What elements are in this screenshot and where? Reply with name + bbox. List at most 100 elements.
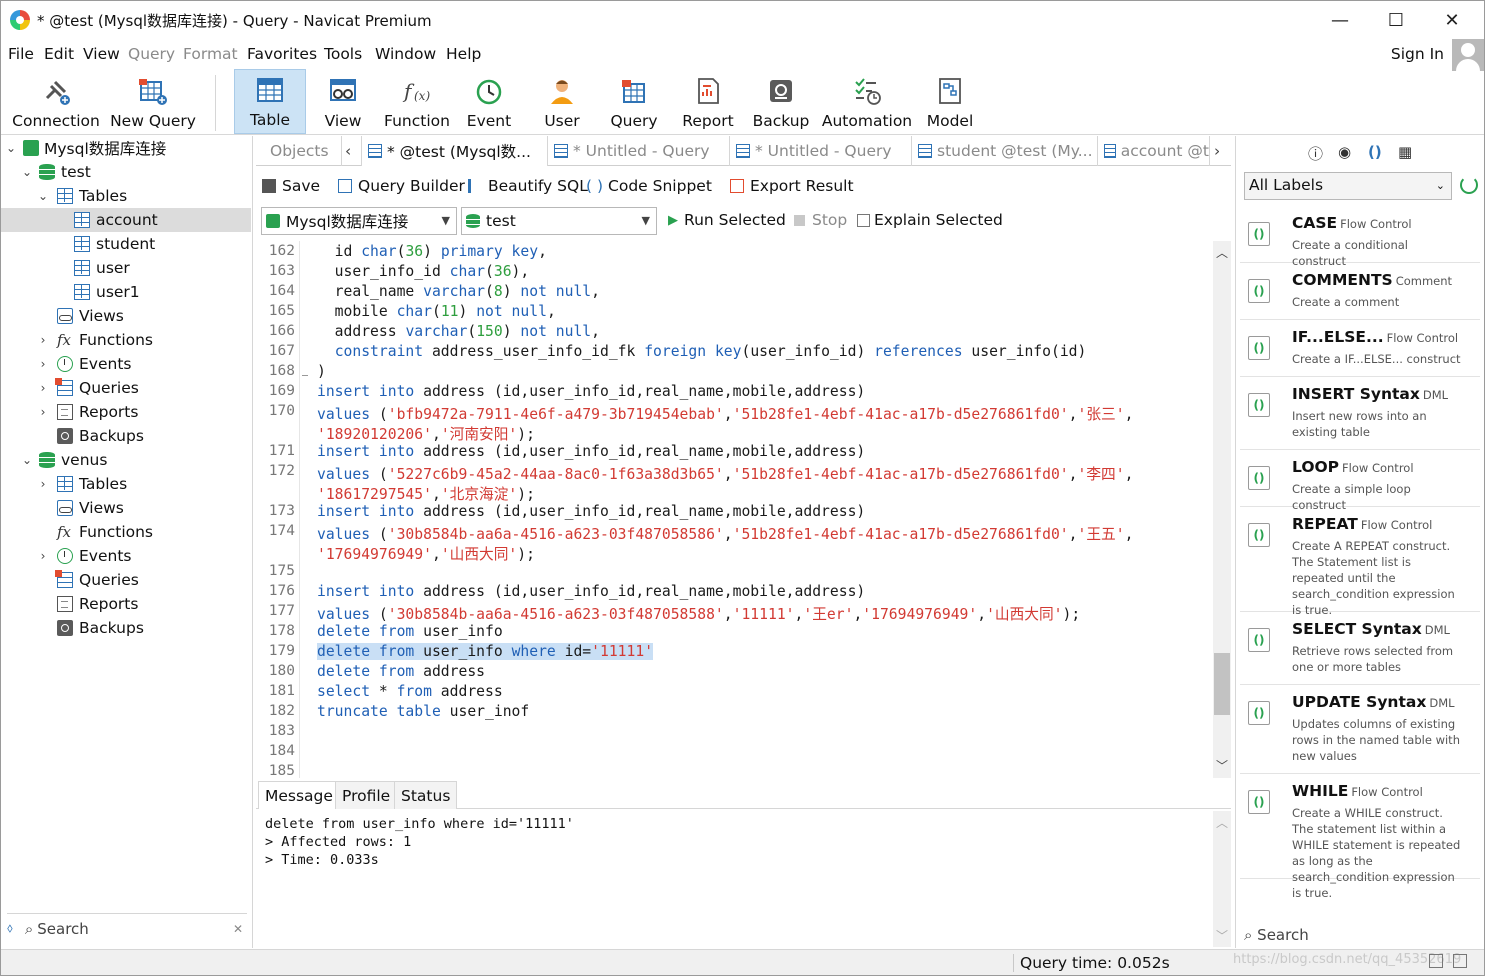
tree-functions[interactable]: › fx Functions bbox=[1, 328, 251, 352]
refresh-icon[interactable] bbox=[1460, 176, 1478, 194]
stop-button[interactable]: Stop bbox=[794, 211, 847, 229]
snippet-search-input[interactable]: Search bbox=[1257, 926, 1309, 944]
tree-venus-tables[interactable]: › Tables bbox=[1, 472, 251, 496]
tree-venus-functions[interactable]: fx Functions bbox=[1, 520, 251, 544]
tab-scroll-right-icon[interactable]: › bbox=[1210, 136, 1230, 166]
layout-icon[interactable] bbox=[1453, 954, 1467, 968]
scroll-up-icon[interactable]: ︿ bbox=[1216, 814, 1228, 831]
tree-venus-events[interactable]: › Events bbox=[1, 544, 251, 568]
model-button[interactable]: Model bbox=[919, 69, 981, 134]
maximize-button[interactable]: ☐ bbox=[1373, 5, 1419, 35]
expand-arrow-icon[interactable]: › bbox=[37, 381, 49, 395]
tree-table-student[interactable]: student bbox=[1, 232, 251, 256]
tree-views[interactable]: Views bbox=[1, 304, 251, 328]
snippet-item[interactable]: () LOOP Flow Control Create a simple loop c… bbox=[1240, 450, 1480, 512]
menu-query[interactable]: Query bbox=[128, 45, 175, 63]
backup-button[interactable]: Backup bbox=[749, 69, 813, 134]
query-button[interactable]: Query bbox=[601, 69, 667, 134]
snippet-item[interactable]: () REPEAT Flow Control Create A REPEAT cons… bbox=[1240, 507, 1480, 617]
tab-untitled-query-2[interactable]: * Untitled - Query bbox=[730, 136, 912, 166]
snippet-item[interactable]: () CASE Flow Control Create a conditional c… bbox=[1240, 206, 1480, 268]
menu-format[interactable]: Format bbox=[183, 45, 238, 63]
tree-venus-queries[interactable]: Queries bbox=[1, 568, 251, 592]
tree-db-test[interactable]: ⌄ test bbox=[1, 160, 251, 184]
collapse-arrow-icon[interactable]: ⌄ bbox=[37, 189, 49, 203]
tree-table-user1[interactable]: user1 bbox=[1, 280, 251, 304]
clear-icon[interactable]: ✕ bbox=[233, 922, 243, 936]
editor-scroll-thumb[interactable] bbox=[1214, 653, 1230, 715]
tree-connection[interactable]: ⌄ Mysql数据库连接 bbox=[1, 136, 251, 160]
navigator-search[interactable]: ⬨ ⌕ Search ✕ bbox=[7, 913, 247, 943]
menu-help[interactable]: Help bbox=[446, 45, 481, 63]
export-result-button[interactable]: Export Result bbox=[730, 177, 854, 195]
report-button[interactable]: Report bbox=[677, 69, 739, 134]
tree-backups[interactable]: Backups bbox=[1, 424, 251, 448]
snippet-item[interactable]: () INSERT Syntax DML Insert new rows into a… bbox=[1240, 377, 1480, 450]
scroll-down-icon[interactable]: ﹀ bbox=[1216, 757, 1228, 774]
info-icon[interactable]: ⓘ bbox=[1308, 143, 1323, 164]
snippet-icon[interactable]: () bbox=[1368, 143, 1382, 161]
tree-venus-views[interactable]: Views bbox=[1, 496, 251, 520]
editor-scrollbar[interactable]: ︿ ﹀ bbox=[1213, 241, 1231, 778]
expand-arrow-icon[interactable]: › bbox=[37, 477, 49, 491]
expand-arrow-icon[interactable]: › bbox=[37, 333, 49, 347]
expand-arrow-icon[interactable]: › bbox=[37, 357, 49, 371]
database-select[interactable]: test ▼ bbox=[461, 207, 657, 235]
menu-view[interactable]: View bbox=[83, 45, 120, 63]
layout-icon[interactable] bbox=[1429, 954, 1443, 968]
connection-button[interactable]: Connection bbox=[9, 69, 103, 134]
tree-db-venus[interactable]: ⌄ venus bbox=[1, 448, 251, 472]
tab-message[interactable]: Message bbox=[258, 781, 340, 809]
sql-editor[interactable]: 162 163 164 165 166 167 168 169 170 171 172 173 174 1… bbox=[256, 241, 1213, 778]
message-scrollbar[interactable]: ︿ ﹀ bbox=[1213, 811, 1231, 947]
code-snippet-button[interactable]: ( ) Code Snippet bbox=[586, 177, 712, 195]
preview-icon[interactable]: ◉ bbox=[1338, 143, 1351, 161]
navigator-search-input[interactable]: Search bbox=[37, 920, 89, 938]
tree-venus-reports[interactable]: Reports bbox=[1, 592, 251, 616]
expand-arrow-icon[interactable]: › bbox=[37, 549, 49, 563]
menu-window[interactable]: Window bbox=[375, 45, 436, 63]
view-button[interactable]: View bbox=[311, 69, 375, 134]
tree-venus-backups[interactable]: Backups bbox=[1, 616, 251, 640]
snippet-item[interactable]: () UPDATE Syntax DML Updates columns of exi… bbox=[1240, 685, 1480, 774]
save-button[interactable]: Save bbox=[262, 177, 320, 195]
close-button[interactable]: ✕ bbox=[1429, 5, 1475, 35]
tree-queries[interactable]: › Queries bbox=[1, 376, 251, 400]
grid-icon[interactable]: ▦ bbox=[1398, 143, 1412, 161]
tab-untitled-query-1[interactable]: * Untitled - Query bbox=[548, 136, 730, 166]
snippet-item[interactable]: () COMMENTS Comment Create a comment bbox=[1240, 263, 1480, 320]
filter-icon[interactable]: ⬨ bbox=[7, 921, 13, 936]
tab-query-test[interactable]: * @test (Mysql数... bbox=[362, 136, 548, 166]
collapse-arrow-icon[interactable]: ⌄ bbox=[21, 453, 33, 467]
event-button[interactable]: Event bbox=[459, 69, 519, 134]
tab-student[interactable]: student @test (My... bbox=[912, 136, 1098, 166]
beautify-sql-button[interactable]: Beautify SQL bbox=[468, 177, 588, 195]
collapse-arrow-icon[interactable]: ⌄ bbox=[21, 165, 33, 179]
tree-table-user[interactable]: user bbox=[1, 256, 251, 280]
labels-filter-select[interactable]: All Labels ⌄ bbox=[1244, 172, 1452, 200]
menu-file[interactable]: File bbox=[8, 45, 34, 63]
tab-scroll-left-icon[interactable]: ‹ bbox=[342, 136, 362, 166]
tab-profile[interactable]: Profile bbox=[335, 781, 398, 809]
tab-account[interactable]: account @t bbox=[1098, 136, 1210, 166]
snippet-item[interactable]: () IF...ELSE... Flow Control Create a IF...… bbox=[1240, 320, 1480, 377]
minimize-button[interactable]: — bbox=[1317, 5, 1363, 35]
collapse-arrow-icon[interactable]: ⌄ bbox=[5, 141, 17, 155]
user-button[interactable]: User bbox=[531, 69, 593, 134]
sign-in-link[interactable]: Sign In bbox=[1391, 45, 1444, 63]
tab-objects[interactable]: Objects bbox=[256, 136, 342, 166]
explain-selected-button[interactable]: Explain Selected bbox=[857, 211, 1003, 229]
snippet-search[interactable]: ⌕ Search bbox=[1244, 926, 1309, 944]
scroll-up-icon[interactable]: ︿ bbox=[1216, 244, 1228, 261]
run-selected-button[interactable]: ▶ Run Selected bbox=[668, 211, 786, 229]
automation-button[interactable]: Automation bbox=[821, 69, 913, 134]
table-button[interactable]: Table bbox=[234, 69, 306, 134]
expand-arrow-icon[interactable]: › bbox=[37, 405, 49, 419]
menu-edit[interactable]: Edit bbox=[44, 45, 74, 63]
tab-status[interactable]: Status bbox=[394, 781, 458, 809]
menu-favorites[interactable]: Favorites bbox=[247, 45, 317, 63]
fold-marker-icon[interactable] bbox=[302, 375, 308, 376]
connection-select[interactable]: Mysql数据库连接 ▼ bbox=[261, 207, 457, 235]
function-button[interactable]: f (x) Function bbox=[379, 69, 455, 134]
tree-tables[interactable]: ⌄ Tables bbox=[1, 184, 251, 208]
